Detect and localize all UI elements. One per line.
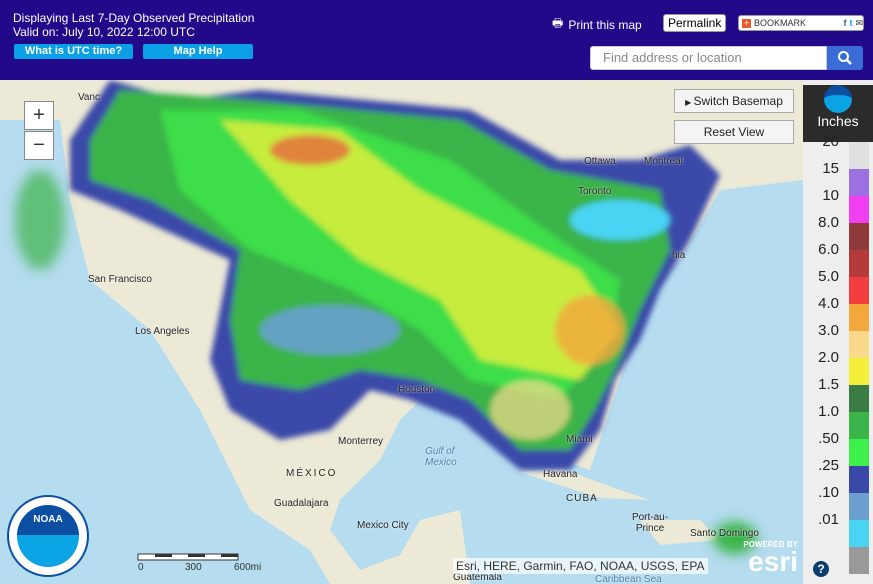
print-label: Print this map: [568, 17, 642, 32]
legend-swatch: [849, 196, 869, 223]
legend-swatch: [849, 304, 869, 331]
legend-label: 5.0: [818, 268, 839, 285]
scale-labels: 0 300 600mi: [138, 562, 268, 573]
valid-time: Valid on: July 10, 2022 12:00 UTC: [13, 25, 195, 39]
bookmark-label: BOOKMARK: [754, 18, 807, 28]
map-label: Monterrey: [338, 436, 384, 447]
legend-label: 10: [822, 187, 839, 204]
legend-swatch: [849, 331, 869, 358]
printer-icon: 🖶: [552, 16, 564, 30]
caret-right-icon: ▶: [685, 98, 694, 107]
map-label: Houston: [398, 384, 436, 395]
legend-swatch: [849, 250, 869, 277]
email-icon[interactable]: ✉: [855, 18, 863, 29]
precip-heavy-n: [270, 135, 350, 165]
legend-label: 6.0: [818, 241, 839, 258]
print-map-button[interactable]: 🖶 Print this map: [552, 14, 642, 35]
legend-swatch: [849, 520, 869, 547]
legend-label: 1.0: [818, 403, 839, 420]
map-label: Port-au-Prince: [631, 512, 669, 534]
map-label: Toronto: [578, 186, 612, 197]
legend-label: 20: [822, 133, 839, 150]
legend-label: 4.0: [818, 295, 839, 312]
header: Displaying Last 7-Day Observed Precipita…: [0, 0, 873, 80]
help-icon[interactable]: ?: [813, 561, 829, 577]
search-icon: [838, 51, 852, 65]
search-button[interactable]: [827, 46, 863, 70]
legend-label: .50: [818, 430, 839, 447]
map-label: Ottawa: [584, 156, 616, 167]
legend-swatch: [849, 412, 869, 439]
precip-heavy-se: [555, 295, 625, 365]
precipitation-legend: Inches 20 15 10 8.0 6.0 5.0 4.0 3.0 2.0 1.5 1.0 .50…: [803, 80, 873, 584]
esri-logo: POWERED BY esri: [743, 540, 798, 577]
legend-label: 15: [822, 160, 839, 177]
bookmark-button[interactable]: + BOOKMARK f t ✉: [738, 15, 864, 31]
legend-swatch: [849, 547, 869, 574]
legend-swatch: [849, 223, 869, 250]
permalink-button[interactable]: Permalink: [663, 14, 727, 32]
map-title: Displaying Last 7-Day Observed Precipita…: [13, 11, 255, 25]
legend-label: 3.0: [818, 322, 839, 339]
scale-600: 600mi: [234, 562, 262, 573]
map-label: MÉXICO: [286, 468, 338, 479]
map-label: CUBA: [566, 493, 598, 504]
twitter-icon[interactable]: t: [849, 18, 852, 28]
legend-label: .01: [818, 511, 839, 528]
legend-label: 1.5: [818, 376, 839, 393]
map-label: Santo Domingo: [690, 528, 759, 539]
map-label: Caribbean Sea: [595, 574, 662, 584]
legend-swatch: [849, 358, 869, 385]
legend-swatch: [849, 169, 869, 196]
map-label: San Francisco: [88, 274, 152, 285]
facebook-icon[interactable]: f: [843, 18, 846, 28]
legend-swatch: [849, 439, 869, 466]
map-label: Miami: [566, 434, 593, 445]
legend-swatch: [849, 493, 869, 520]
scale-0: 0: [138, 562, 144, 573]
legend-label: .25: [818, 457, 839, 474]
map-label: Havana: [543, 469, 578, 480]
legend-label: 8.0: [818, 214, 839, 231]
utc-help-button[interactable]: What is UTC time?: [14, 44, 133, 59]
legend-swatch: [849, 466, 869, 493]
zoom-out-button[interactable]: −: [24, 131, 54, 160]
plus-icon: +: [742, 17, 751, 28]
legend-swatch: [849, 385, 869, 412]
map-title-block: Displaying Last 7-Day Observed Precipita…: [13, 11, 254, 39]
legend-swatch: [849, 142, 869, 169]
switch-basemap-label: Switch Basemap: [693, 94, 783, 108]
noaa-logo: NOAA: [7, 495, 89, 577]
map-attribution: Esri, HERE, Garmin, FAO, NOAA, USGS, EPA: [453, 558, 708, 574]
legend-swatch: [849, 277, 869, 304]
switch-basemap-button[interactable]: ▶ Switch Basemap: [674, 89, 794, 113]
map-label: Mexico City: [357, 520, 409, 531]
legend-label: .10: [818, 484, 839, 501]
map-help-button[interactable]: Map Help: [143, 44, 253, 59]
map-label: hia: [672, 250, 686, 261]
reset-view-button[interactable]: Reset View: [674, 120, 794, 144]
map-label: Gulf of Mexico: [425, 446, 457, 468]
noaa-small-logo: [824, 85, 852, 113]
location-search-input[interactable]: Find address or location: [590, 46, 827, 70]
precipitation-map[interactable]: Vanc San Francisco Los Angeles Ottawa Mo…: [0, 80, 803, 584]
legend-label: 2.0: [818, 349, 839, 366]
map-label: Montreal: [644, 156, 683, 167]
map-label: Los Angeles: [135, 326, 190, 337]
map-label: Guadalajara: [274, 498, 329, 509]
legend-unit: Inches: [817, 113, 859, 129]
map-label: Vanc: [78, 92, 101, 103]
zoom-in-button[interactable]: +: [24, 101, 54, 130]
scale-300: 300: [185, 562, 202, 573]
